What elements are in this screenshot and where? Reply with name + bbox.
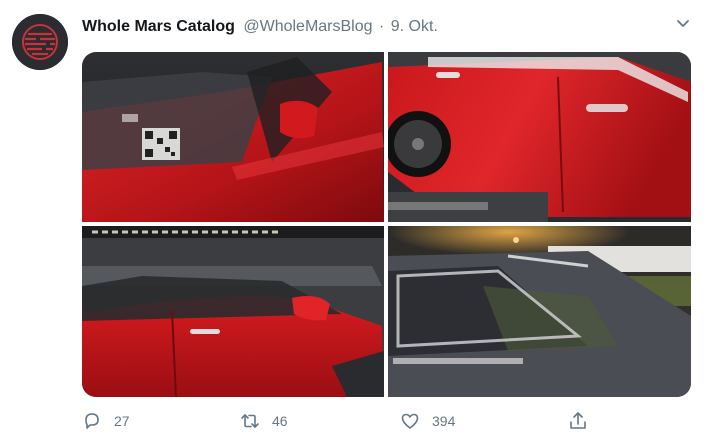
retweet-icon (241, 414, 259, 428)
media-grid (82, 52, 691, 397)
photo-1-image (82, 52, 384, 222)
reply-button[interactable]: 27 (82, 408, 130, 434)
like-button[interactable]: 394 (400, 408, 455, 434)
separator: · (378, 18, 385, 35)
user-handle[interactable]: @WholeMarsBlog (243, 18, 372, 35)
avatar-logo-icon (12, 14, 68, 70)
share-icon (570, 412, 586, 429)
photo-3[interactable] (82, 226, 384, 397)
photo-2-image (388, 52, 691, 222)
chevron-down-icon (677, 20, 689, 27)
retweet-button[interactable]: 46 (240, 408, 288, 434)
photo-4[interactable] (388, 226, 691, 397)
retweet-count: 46 (272, 413, 288, 429)
share-button[interactable] (568, 408, 588, 434)
photo-1[interactable] (82, 52, 384, 222)
avatar[interactable] (12, 14, 68, 70)
tweet-date[interactable]: 9. Okt. (391, 18, 438, 35)
photo-2[interactable] (388, 52, 691, 222)
reply-count: 27 (114, 413, 130, 429)
photo-3-image (82, 226, 384, 397)
tweet-actions: 27 46 394 (82, 408, 602, 434)
display-name[interactable]: Whole Mars Catalog (82, 18, 235, 35)
like-count: 394 (432, 413, 456, 429)
reply-icon (85, 413, 99, 429)
tweet-header: Whole Mars Catalog @WholeMarsBlog · 9. O… (82, 17, 438, 37)
heart-icon (401, 413, 419, 429)
more-menu-button[interactable] (674, 14, 692, 32)
photo-4-image (388, 226, 691, 397)
tweet: Whole Mars Catalog @WholeMarsBlog · 9. O… (0, 0, 717, 441)
